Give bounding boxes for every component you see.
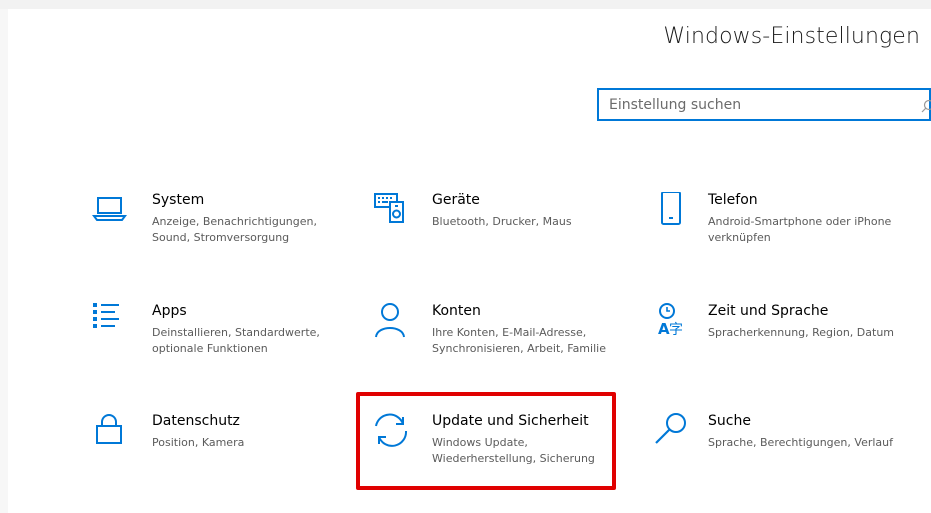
devices-icon xyxy=(372,192,416,236)
tile-description: Spracherkennung, Region, Datum xyxy=(708,326,895,339)
time-language-icon: A字 xyxy=(648,303,692,347)
tile-zeit-und-sprache[interactable]: A字 Zeit und Sprache Spracherkennung, Reg… xyxy=(648,303,908,383)
search-icon xyxy=(648,413,692,457)
person-icon xyxy=(372,303,416,347)
tile-description: Deinstallieren, Standardwerte, optionale… xyxy=(152,326,320,355)
tile-apps[interactable]: Apps Deinstallieren, Standardwerte, opti… xyxy=(92,303,352,383)
tile-telefon[interactable]: Telefon Android-Smartphone oder iPhone v… xyxy=(648,191,908,272)
tile-description: Ihre Konten, E-Mail-Adresse, Synchronisi… xyxy=(432,326,606,355)
tile-description: Anzeige, Benachrichtigungen, Sound, Stro… xyxy=(152,215,317,244)
tile-title: Konten xyxy=(432,303,481,319)
tile-description: Position, Kamera xyxy=(152,436,245,449)
tile-datenschutz[interactable]: Datenschutz Position, Kamera xyxy=(92,413,352,493)
page-title: Windows-Einstellungen xyxy=(663,24,920,49)
laptop-icon xyxy=(92,192,136,236)
tile-title: Datenschutz xyxy=(152,413,240,429)
tile-suche[interactable]: Suche Sprache, Berechtigungen, Verlauf xyxy=(648,413,908,493)
apps-list-icon xyxy=(92,303,136,347)
phone-icon xyxy=(648,191,692,236)
svg-text:字: 字 xyxy=(669,322,683,338)
search-box[interactable] xyxy=(597,88,931,121)
search-icon[interactable] xyxy=(921,98,931,117)
window-top-edge xyxy=(0,0,931,9)
tile-description: Bluetooth, Drucker, Maus xyxy=(432,215,572,228)
tile-title: System xyxy=(152,192,205,208)
window-left-edge xyxy=(0,9,8,513)
lock-icon xyxy=(92,413,136,457)
tile-konten[interactable]: Konten Ihre Konten, E-Mail-Adresse, Sync… xyxy=(372,303,632,383)
tile-title: Suche xyxy=(708,413,751,429)
tile-geraete[interactable]: Geräte Bluetooth, Drucker, Maus xyxy=(372,192,632,272)
highlight-box xyxy=(356,392,616,490)
tile-title: Telefon xyxy=(708,192,758,208)
tile-description: Sprache, Berechtigungen, Verlauf xyxy=(708,436,894,449)
search-input[interactable] xyxy=(609,94,909,116)
tile-system[interactable]: System Anzeige, Benachrichtigungen, Soun… xyxy=(92,192,352,272)
tile-description: Android-Smartphone oder iPhone verknüpfe… xyxy=(708,215,892,244)
tile-title: Apps xyxy=(152,303,187,319)
tile-title: Geräte xyxy=(432,192,480,208)
tile-title: Zeit und Sprache xyxy=(708,303,829,319)
